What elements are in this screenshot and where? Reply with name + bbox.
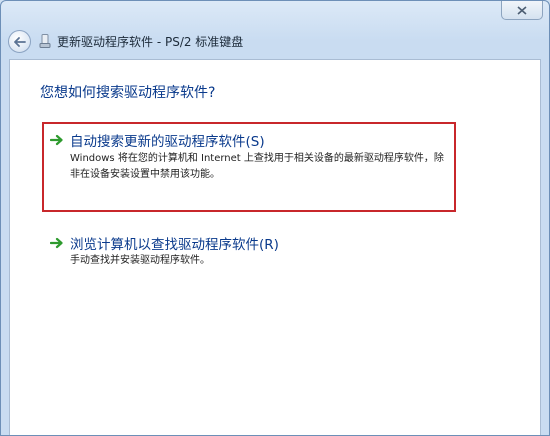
- dialog-window: 更新驱动程序软件 - PS/2 标准键盘 您想如何搜索驱动程序软件? 自动搜索更…: [0, 0, 550, 436]
- option-browse-computer[interactable]: 浏览计算机以查找驱动程序软件(R) 手动查找并安装驱动程序软件。: [42, 232, 482, 282]
- close-button[interactable]: [501, 1, 543, 20]
- back-arrow-icon: [13, 36, 26, 47]
- content-panel: 您想如何搜索驱动程序软件? 自动搜索更新的驱动程序软件(S) Windows 将…: [9, 59, 541, 435]
- green-arrow-icon: [50, 134, 63, 146]
- device-icon: [39, 34, 51, 48]
- green-arrow-icon: [50, 237, 63, 249]
- option-auto-search[interactable]: 自动搜索更新的驱动程序软件(S) Windows 将在您的计算机和 Intern…: [42, 122, 456, 212]
- titlebar: 更新驱动程序软件 - PS/2 标准键盘: [1, 1, 549, 57]
- close-icon: [517, 5, 527, 15]
- question-heading: 您想如何搜索驱动程序软件?: [40, 85, 216, 101]
- back-button[interactable]: [8, 30, 31, 53]
- option-title: 自动搜索更新的驱动程序软件(S): [70, 134, 265, 150]
- option-description: 手动查找并安装驱动程序软件。: [70, 255, 210, 266]
- window-title: 更新驱动程序软件 - PS/2 标准键盘: [57, 35, 244, 49]
- option-title: 浏览计算机以查找驱动程序软件(R): [70, 237, 279, 253]
- option-description: Windows 将在您的计算机和 Internet 上查找用于相关设备的最新驱动…: [70, 153, 444, 180]
